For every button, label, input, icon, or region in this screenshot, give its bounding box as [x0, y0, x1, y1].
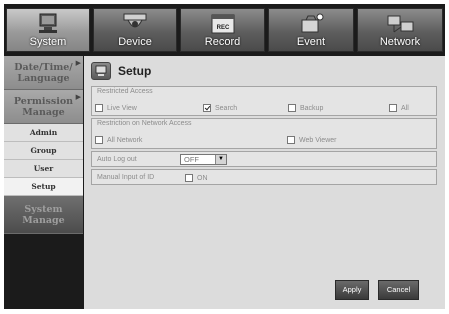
backup-checkbox[interactable]: Backup	[288, 104, 323, 112]
tab-device[interactable]: Device	[93, 8, 177, 52]
all-network-checkbox[interactable]: All Network	[95, 136, 142, 144]
sidebar-item-date-time-language-label: Date/Time/ Language	[14, 62, 73, 84]
system-icon	[39, 13, 57, 33]
sidebar-item-system-manage[interactable]: System Manage	[4, 196, 83, 234]
sidebar-item-permission-manage-label: Permission Manage	[13, 96, 74, 118]
chevron-icon: ▶	[75, 58, 81, 67]
network-icon	[387, 15, 414, 33]
checkbox-icon	[389, 104, 397, 112]
auto-log-out-row: Auto Log out OFF ▼	[91, 151, 437, 167]
record-icon: REC	[211, 14, 234, 34]
sidebar: ▶ Date/Time/ Language ▶ Permission Manag…	[4, 56, 83, 309]
event-icon	[301, 13, 324, 33]
camera-icon	[123, 13, 147, 28]
web-viewer-checkbox[interactable]: Web Viewer	[287, 136, 336, 144]
checkbox-checked-icon	[203, 104, 211, 112]
all-label: All	[401, 104, 409, 112]
setup-panel: Setup Restricted Access Live View Search…	[84, 56, 445, 309]
tab-system[interactable]: System	[6, 8, 90, 52]
manual-input-id-label: Manual Input of ID	[97, 174, 155, 181]
dropdown-arrow-icon: ▼	[215, 155, 226, 164]
checkbox-icon	[185, 174, 193, 182]
checkbox-icon	[287, 136, 295, 144]
tab-network[interactable]: Network	[357, 8, 443, 52]
tab-device-label: Device	[118, 36, 152, 48]
apply-button[interactable]: Apply	[335, 280, 369, 300]
dvr-setup-window: System Device REC Record Event Network ▶…	[4, 4, 445, 309]
live-view-checkbox[interactable]: Live View	[95, 104, 137, 112]
sidebar-sub-item-admin[interactable]: Admin	[4, 124, 83, 142]
svg-text:REC: REC	[216, 25, 229, 31]
tab-event-label: Event	[296, 36, 326, 48]
sidebar-item-date-time-language[interactable]: ▶ Date/Time/ Language	[4, 56, 83, 90]
checkbox-icon	[95, 136, 103, 144]
checkbox-icon	[95, 104, 103, 112]
cancel-button[interactable]: Cancel	[378, 280, 419, 300]
search-label: Search	[215, 104, 238, 112]
all-checkbox[interactable]: All	[389, 104, 409, 112]
all-network-label: All Network	[107, 136, 143, 144]
sidebar-sub-item-group[interactable]: Group	[4, 142, 83, 160]
restricted-access-group: Restricted Access Live View Search Backu…	[91, 86, 437, 116]
tab-record[interactable]: REC Record	[180, 8, 265, 52]
tab-event[interactable]: Event	[268, 8, 354, 52]
restricted-access-label: Restricted Access	[97, 88, 153, 95]
page-title: Setup	[118, 64, 152, 78]
checkbox-icon	[288, 104, 296, 112]
manual-input-on-label: ON	[197, 174, 208, 182]
network-access-label: Restriction on Network Access	[97, 120, 192, 127]
top-menu-tabs: System Device REC Record Event Network	[4, 4, 445, 56]
network-access-group: Restriction on Network Access All Networ…	[91, 118, 437, 149]
search-checkbox[interactable]: Search	[203, 104, 237, 112]
backup-label: Backup	[300, 104, 324, 112]
setup-icon	[91, 62, 111, 80]
sidebar-sub-item-setup[interactable]: Setup	[4, 178, 83, 196]
manual-input-on-checkbox[interactable]: ON	[185, 174, 208, 182]
sidebar-item-permission-manage[interactable]: ▶ Permission Manage	[4, 90, 83, 124]
tab-system-label: System	[29, 36, 67, 48]
manual-input-id-row: Manual Input of ID ON	[91, 169, 437, 185]
tab-record-label: Record	[204, 36, 241, 48]
live-view-label: Live View	[107, 104, 137, 112]
auto-log-out-value: OFF	[184, 155, 199, 164]
chevron-icon: ▶	[75, 92, 81, 101]
auto-log-out-label: Auto Log out	[97, 156, 137, 163]
auto-log-out-select[interactable]: OFF ▼	[180, 154, 227, 165]
sidebar-sub-item-user[interactable]: User	[4, 160, 83, 178]
sidebar-item-system-manage-label: System Manage	[22, 204, 65, 226]
web-viewer-label: Web Viewer	[299, 136, 337, 144]
tab-network-label: Network	[379, 36, 421, 48]
